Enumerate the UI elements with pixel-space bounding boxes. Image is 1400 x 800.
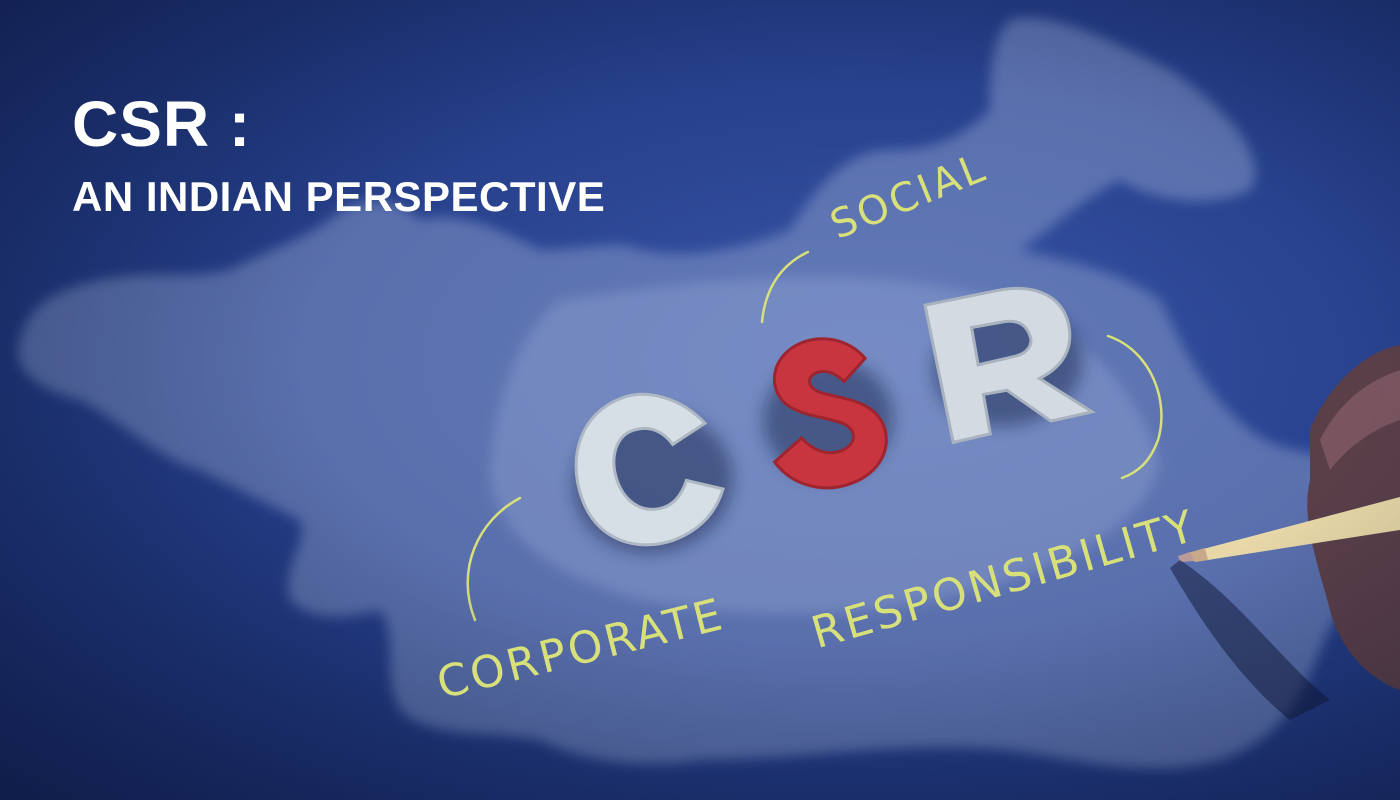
headline-title: CSR :: [72, 88, 252, 160]
hero-image: CSR : AN INDIAN PERSPECTIVE SOCIAL CORPO…: [0, 0, 1400, 800]
headline: CSR : AN INDIAN PERSPECTIVE: [72, 92, 605, 218]
headline-subtitle: AN INDIAN PERSPECTIVE: [72, 173, 606, 220]
